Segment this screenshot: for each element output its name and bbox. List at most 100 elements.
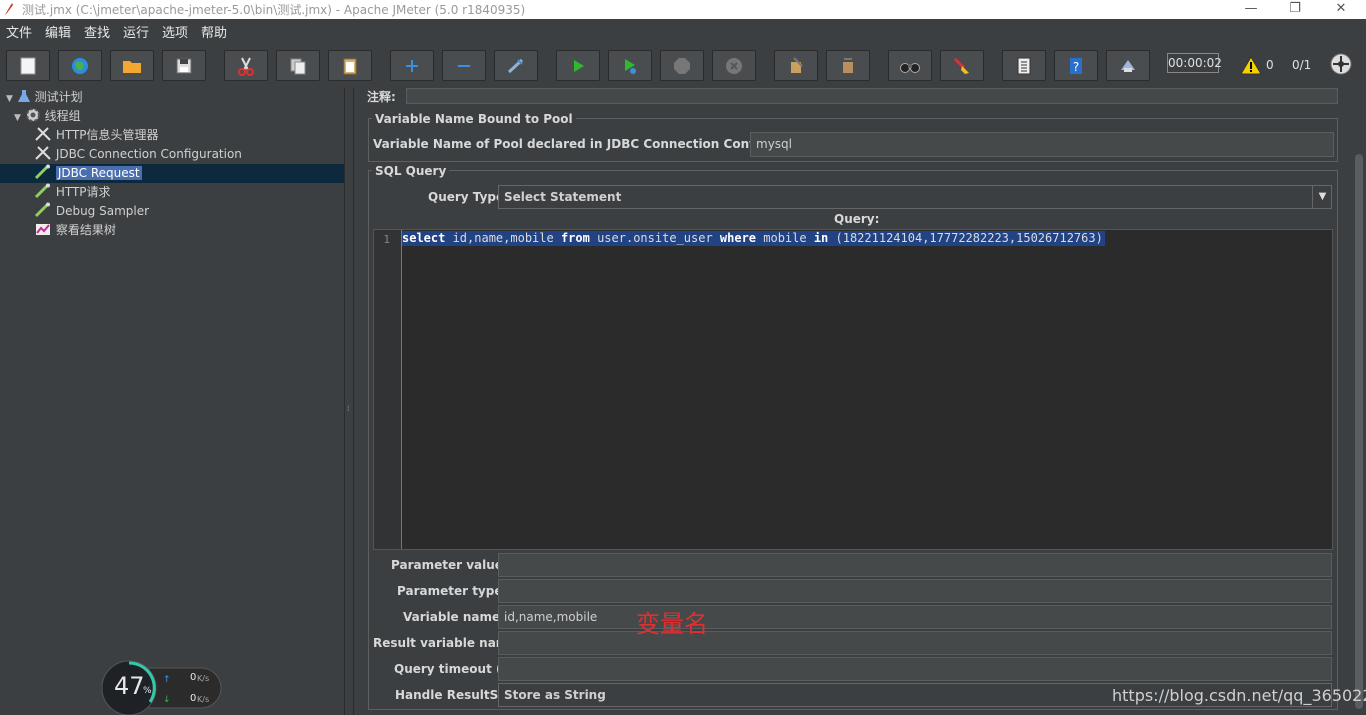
templates-button[interactable] (58, 50, 102, 81)
line-number: 1 (383, 233, 390, 246)
collapse-all-button[interactable] (442, 50, 486, 81)
pipette-icon (34, 164, 50, 180)
sql-keyword: in (813, 231, 829, 245)
broom-all-icon (843, 57, 853, 73)
param-values-input[interactable] (498, 553, 1332, 577)
clear-button[interactable] (774, 50, 818, 81)
play-no-timers-icon (625, 58, 636, 74)
wrench-icon (35, 146, 51, 160)
clear-all-button[interactable] (826, 50, 870, 81)
tree-node-header-manager[interactable]: HTTP信息头管理器 (34, 126, 159, 145)
sql-group-title: SQL Query (372, 164, 450, 178)
elapsed-time: 00:00:02 (1167, 53, 1222, 73)
download-unit: K/s (197, 695, 210, 704)
splitter-grip-icon: ⁞ (347, 404, 350, 413)
vertical-scrollbar[interactable] (1352, 88, 1366, 715)
tree-node-label: JDBC Request (55, 166, 142, 180)
save-button[interactable] (162, 50, 206, 81)
sql-keyword: select (402, 231, 446, 245)
tree-node-thread-group[interactable]: ▼ 线程组 (14, 107, 81, 126)
upload-arrow-icon: ↑ (163, 675, 171, 685)
plus-icon (406, 59, 418, 72)
gear-icon (25, 108, 40, 122)
tree-node-label: JDBC Connection Configuration (55, 147, 242, 161)
folder-icon (123, 60, 141, 73)
menu-run[interactable]: 运行 (123, 22, 149, 41)
param-types-label: Parameter types: (397, 584, 515, 598)
result-variable-input[interactable] (498, 631, 1332, 655)
query-label: Query: (834, 212, 880, 226)
tree-node-jdbc-config[interactable]: JDBC Connection Configuration (34, 145, 242, 164)
new-button[interactable] (6, 50, 50, 81)
param-types-input[interactable] (498, 579, 1332, 603)
expand-arrow-icon[interactable]: ▼ (14, 113, 21, 123)
list-book-icon (1017, 57, 1031, 74)
global-options-icon[interactable] (1330, 53, 1352, 75)
copy-button[interactable] (276, 50, 320, 81)
network-percent: 47 (114, 672, 145, 700)
stop-button[interactable] (660, 50, 704, 81)
start-button[interactable] (556, 50, 600, 81)
menu-edit[interactable]: 编辑 (45, 22, 71, 41)
clipboard-icon (343, 58, 357, 74)
window-title: 测试.jmx (C:\jmeter\apache-jmeter-5.0\bin\… (22, 3, 526, 17)
warning-icon[interactable] (1240, 56, 1262, 75)
sql-fragment: (18221124104,17772282223,15026712763) (828, 231, 1103, 245)
help-button[interactable]: ? (1054, 50, 1098, 81)
menu-search[interactable]: 查找 (84, 22, 110, 41)
sql-keyword: from (560, 231, 590, 245)
open-button[interactable] (110, 50, 154, 81)
variable-names-input[interactable]: id,name,mobile (498, 605, 1332, 629)
tree-node-debug-sampler[interactable]: Debug Sampler (34, 202, 149, 221)
cut-button[interactable] (224, 50, 268, 81)
tree-node-test-plan[interactable]: ▼ 测试计划 (6, 88, 83, 107)
shutdown-button[interactable] (712, 50, 756, 81)
pool-group-title: Variable Name Bound to Pool (372, 112, 576, 126)
reset-search-button[interactable] (940, 50, 984, 81)
menu-options[interactable]: 选项 (162, 22, 188, 41)
scrollbar-thumb[interactable] (1355, 154, 1363, 709)
tree-node-http-request[interactable]: HTTP请求 (34, 183, 111, 202)
menu-help[interactable]: 帮助 (201, 22, 227, 41)
pool-name-input[interactable]: mysql (750, 132, 1334, 157)
menu-file[interactable]: 文件 (6, 22, 32, 41)
search-button[interactable] (888, 50, 932, 81)
close-button[interactable]: ✕ (1318, 0, 1364, 19)
tree-node-label: Debug Sampler (55, 204, 150, 218)
flask-icon (17, 90, 30, 102)
tree-node-label: 测试计划 (34, 90, 83, 104)
tree-node-label: 察看结果树 (55, 223, 116, 237)
menu-bar: 文件 编辑 查找 运行 选项 帮助 (0, 19, 1366, 41)
chart-icon (36, 224, 50, 235)
sql-fragment: user.onsite_user (589, 231, 720, 245)
query-type-select[interactable]: Select Statement (498, 185, 1332, 209)
paste-button[interactable] (328, 50, 372, 81)
tree-node-results-tree[interactable]: 察看结果树 (34, 221, 116, 240)
sql-editor[interactable]: 1 select id,name,mobile from user.onsite… (373, 229, 1333, 550)
maximize-button[interactable]: ❐ (1272, 0, 1318, 19)
tree-node-jdbc-request[interactable]: JDBC Request (0, 164, 344, 183)
pipette-icon (34, 183, 50, 199)
minimize-button[interactable]: — (1228, 0, 1274, 19)
expand-arrow-icon[interactable]: ▼ (6, 94, 13, 104)
title-bar: 测试.jmx (C:\jmeter\apache-jmeter-5.0\bin\… (0, 0, 1366, 19)
expand-all-button[interactable] (390, 50, 434, 81)
sql-text[interactable]: select id,name,mobile from user.onsite_u… (402, 231, 1105, 246)
broom-icon (791, 56, 803, 73)
toggle-button[interactable] (494, 50, 538, 81)
pipette-icon (34, 202, 50, 218)
help-book-icon: ? (1070, 57, 1082, 74)
remote-button[interactable] (1106, 50, 1150, 81)
comment-label: 注释: (367, 90, 396, 104)
comment-input[interactable] (406, 88, 1338, 104)
network-percent-unit: % (143, 686, 152, 696)
chevron-down-icon[interactable]: ▼ (1312, 186, 1332, 208)
start-no-pauses-button[interactable] (608, 50, 652, 81)
watermark: https://blog.csdn.net/qq_36502272 (1112, 686, 1366, 705)
split-pane-divider[interactable]: ⁞ (344, 88, 354, 715)
function-helper-button[interactable] (1002, 50, 1046, 81)
query-timeout-input[interactable] (498, 657, 1332, 681)
wrench-icon (35, 127, 51, 141)
query-type-label: Query Type: (428, 190, 509, 204)
broom-reset-icon (953, 57, 969, 74)
